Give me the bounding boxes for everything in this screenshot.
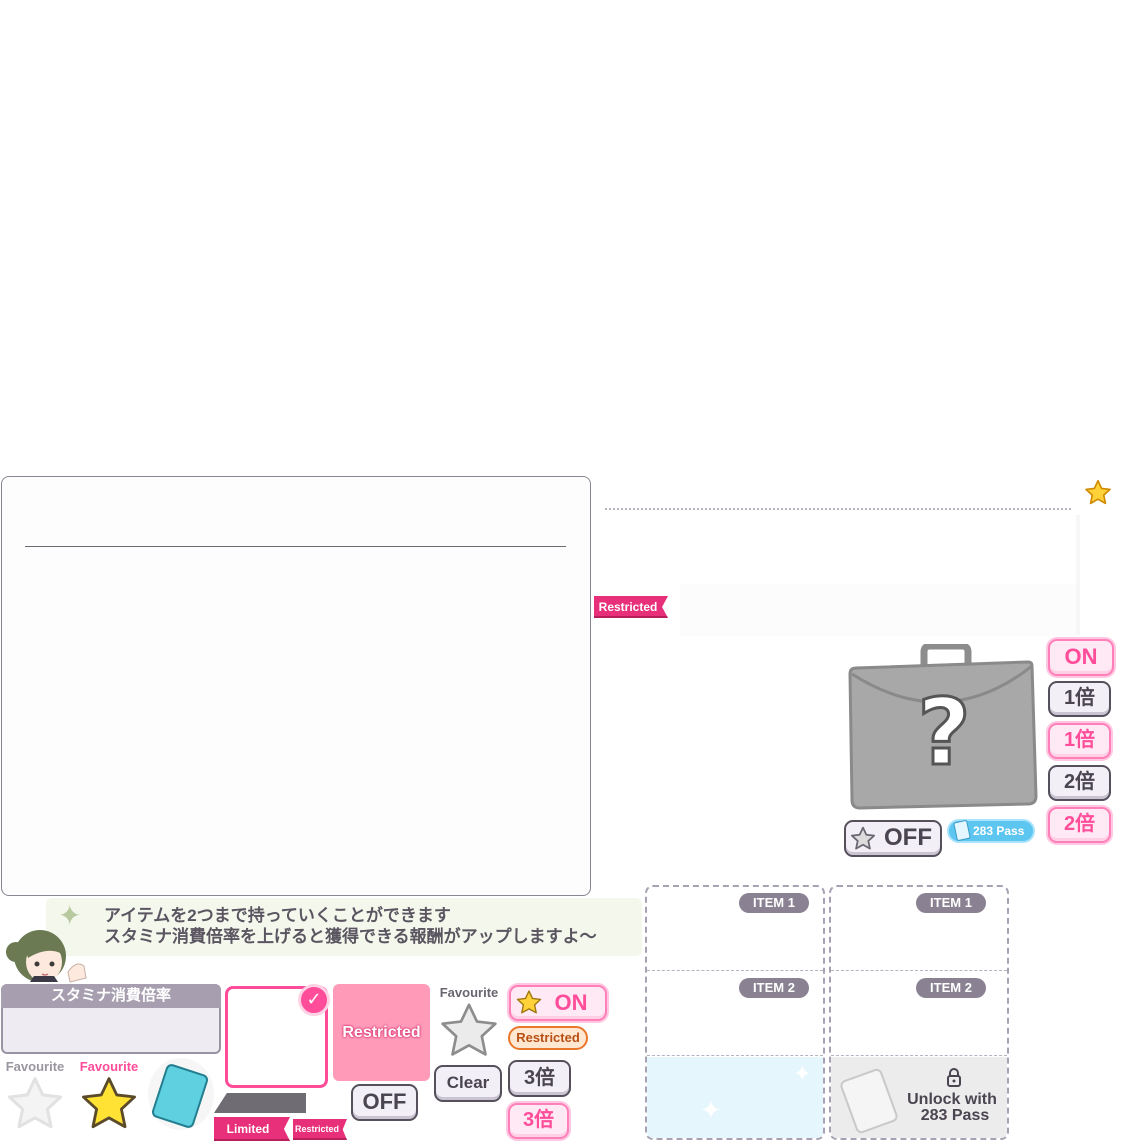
star-icon <box>516 990 542 1014</box>
off-label: OFF <box>884 824 932 851</box>
hint-line-1: アイテムを2つまで持っていくことができます <box>104 906 451 925</box>
check-icon: ✓ <box>298 984 330 1016</box>
multiplier-1x-selected-button[interactable]: 1倍 <box>1048 723 1111 759</box>
slot-divider <box>831 970 1007 971</box>
favourite-label-on: Favourite <box>79 1059 139 1074</box>
unlock-label-line2: 283 Pass <box>920 1107 990 1124</box>
label-banner <box>214 1093 306 1113</box>
item-2-tag: ITEM 2 <box>916 978 986 998</box>
sparkle-icon: ✦ <box>793 1062 812 1087</box>
slot-divider <box>831 1055 1007 1056</box>
limited-ribbon: Limited <box>214 1117 290 1141</box>
character-avatar <box>6 930 87 983</box>
slot-divider <box>647 1055 823 1056</box>
sparkle-icon: ✦ <box>700 1096 722 1126</box>
favourite-label-off: Favourite <box>5 1059 65 1074</box>
multiplier-3x-selected-button[interactable]: 3倍 <box>508 1103 569 1139</box>
hint-line-2: スタミナ消費倍率を上げると獲得できる報酬がアップしますよ～ <box>104 927 597 946</box>
on-label: ON <box>554 990 588 1015</box>
item-1-tag: ITEM 1 <box>916 893 986 913</box>
favourite-star-on-icon[interactable] <box>78 1074 140 1136</box>
item-2-tag: ITEM 2 <box>739 978 809 998</box>
item-1-tag: ITEM 1 <box>739 893 809 913</box>
faint-edge <box>1076 515 1080 635</box>
multiplier-2x-button[interactable]: 2倍 <box>1048 765 1111 801</box>
lock-icon <box>947 1068 961 1087</box>
restricted-ribbon: Restricted <box>594 596 668 618</box>
dotted-divider <box>605 508 1071 510</box>
clear-button[interactable]: Clear <box>434 1065 502 1102</box>
panel-divider <box>25 546 566 547</box>
multiplier-2x-selected-button[interactable]: 2倍 <box>1048 807 1111 843</box>
star-outline-icon <box>850 826 876 850</box>
mystery-bag-icon: ? <box>848 644 1038 810</box>
main-panel <box>1 476 591 896</box>
on-toggle-button[interactable]: ON <box>1048 639 1114 676</box>
faint-area <box>680 584 1080 636</box>
unlock-label-line1: Unlock with <box>907 1091 997 1108</box>
slot-divider <box>647 970 823 971</box>
multiplier-3x-button[interactable]: 3倍 <box>508 1060 571 1097</box>
stamina-rate-header: スタミナ消費倍率 <box>1 984 221 1008</box>
restricted-button[interactable]: Restricted <box>333 984 430 1081</box>
favourite-star-off-icon[interactable] <box>4 1074 66 1136</box>
off-button[interactable]: OFF <box>351 1084 418 1121</box>
star-icon <box>1085 479 1111 505</box>
svg-text:?: ? <box>917 679 970 786</box>
restricted-tag: Restricted <box>508 1026 588 1050</box>
restricted-small-ribbon: Restricted <box>293 1119 347 1140</box>
favourite-label: Favourite <box>439 985 499 1000</box>
multiplier-1x-button[interactable]: 1倍 <box>1048 681 1111 717</box>
pass-badge-label: 283 Pass <box>973 824 1025 838</box>
favourite-star-gray-icon[interactable] <box>436 1000 502 1064</box>
